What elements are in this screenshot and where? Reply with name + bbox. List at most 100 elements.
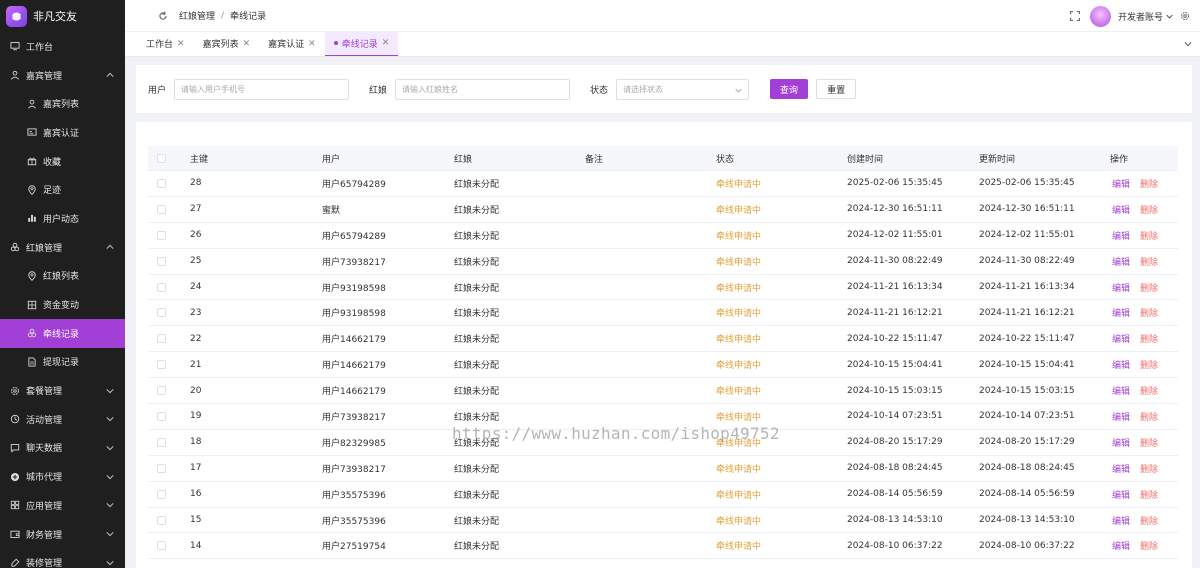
sidebar-item-6[interactable]: 用户动态 bbox=[0, 204, 125, 233]
row-select-cell bbox=[157, 404, 166, 429]
matchmaker-name-input[interactable] bbox=[395, 78, 571, 100]
cell-updated: 2024-11-21 16:13:34 bbox=[979, 282, 1075, 292]
sidebar-item-1[interactable]: 嘉宾管理 bbox=[0, 61, 125, 90]
delete-link[interactable]: 删除 bbox=[1140, 203, 1158, 216]
delete-link[interactable]: 删除 bbox=[1140, 255, 1158, 268]
fullscreen-icon[interactable] bbox=[1070, 11, 1080, 21]
edit-link[interactable]: 编辑 bbox=[1112, 384, 1130, 397]
row-checkbox[interactable] bbox=[157, 256, 166, 266]
sidebar-item-11[interactable]: 提现记录 bbox=[0, 348, 125, 377]
delete-link[interactable]: 删除 bbox=[1140, 514, 1158, 527]
account-menu[interactable]: 开发者账号 bbox=[1118, 10, 1173, 23]
cell-matchmaker: 红娘未分配 bbox=[454, 205, 500, 216]
close-icon[interactable]: ✕ bbox=[382, 38, 390, 48]
row-checkbox[interactable] bbox=[157, 308, 166, 318]
tab-2[interactable]: 嘉宾认证 ✕ bbox=[259, 31, 325, 56]
sidebar-item-2[interactable]: 嘉宾列表 bbox=[0, 89, 125, 118]
row-select-cell bbox=[157, 378, 166, 403]
sidebar-item-14[interactable]: 聊天数据 bbox=[0, 434, 125, 463]
app-logo-icon bbox=[6, 5, 27, 27]
delete-link[interactable]: 删除 bbox=[1140, 306, 1158, 319]
edit-link[interactable]: 编辑 bbox=[1112, 436, 1130, 449]
delete-link[interactable]: 删除 bbox=[1140, 177, 1158, 190]
sidebar-item-15[interactable]: 城市代理 bbox=[0, 462, 125, 491]
delete-link[interactable]: 删除 bbox=[1140, 358, 1158, 371]
row-checkbox[interactable] bbox=[157, 489, 166, 499]
column-header-id: 主键 bbox=[190, 154, 209, 165]
sidebar-item-3[interactable]: 嘉宾认证 bbox=[0, 118, 125, 147]
edit-link[interactable]: 编辑 bbox=[1112, 332, 1130, 345]
row-checkbox[interactable] bbox=[157, 541, 166, 551]
edit-link[interactable]: 编辑 bbox=[1112, 410, 1130, 423]
tab-label: 工作台 bbox=[146, 40, 174, 50]
delete-link[interactable]: 删除 bbox=[1140, 462, 1158, 475]
edit-link[interactable]: 编辑 bbox=[1112, 281, 1130, 294]
sidebar-item-0[interactable]: 工作台 bbox=[0, 32, 125, 61]
row-checkbox[interactable] bbox=[157, 334, 166, 344]
sidebar-item-18[interactable]: 装修管理 bbox=[0, 548, 125, 568]
select-all-checkbox[interactable] bbox=[157, 153, 166, 163]
tab-1[interactable]: 嘉宾列表 ✕ bbox=[194, 31, 260, 56]
cell-id: 14 bbox=[190, 540, 202, 551]
edit-link[interactable]: 编辑 bbox=[1112, 358, 1130, 371]
edit-link[interactable]: 编辑 bbox=[1112, 514, 1130, 527]
row-checkbox[interactable] bbox=[157, 282, 166, 292]
user-phone-input[interactable] bbox=[174, 78, 350, 100]
sidebar-item-9[interactable]: 资金变动 bbox=[0, 290, 125, 319]
delete-link[interactable]: 删除 bbox=[1140, 281, 1158, 294]
sidebar-item-12[interactable]: 套餐管理 bbox=[0, 376, 125, 405]
close-icon[interactable]: ✕ bbox=[308, 39, 316, 49]
gear-icon[interactable] bbox=[1180, 11, 1190, 21]
wallet-icon bbox=[10, 530, 20, 538]
sidebar-item-8[interactable]: 红娘列表 bbox=[0, 262, 125, 291]
close-icon[interactable]: ✕ bbox=[177, 39, 185, 49]
delete-link[interactable]: 删除 bbox=[1140, 539, 1158, 552]
avatar[interactable] bbox=[1089, 5, 1111, 27]
edit-link[interactable]: 编辑 bbox=[1112, 255, 1130, 268]
cell-actions: 编辑 删除 bbox=[1112, 456, 1158, 481]
column-header-status: 状态 bbox=[716, 154, 735, 165]
refresh-icon[interactable] bbox=[158, 11, 168, 21]
edit-link[interactable]: 编辑 bbox=[1112, 203, 1130, 216]
query-button[interactable]: 查询 bbox=[770, 79, 809, 99]
edit-link[interactable]: 编辑 bbox=[1112, 488, 1130, 501]
breadcrumb-item-parent[interactable]: 红娘管理 bbox=[179, 9, 215, 22]
row-checkbox[interactable] bbox=[157, 386, 166, 396]
row-checkbox[interactable] bbox=[157, 230, 166, 240]
delete-link[interactable]: 删除 bbox=[1140, 410, 1158, 423]
row-checkbox[interactable] bbox=[157, 204, 166, 214]
cell-status: 牵线申请中 bbox=[716, 205, 762, 216]
delete-link[interactable]: 删除 bbox=[1140, 488, 1158, 501]
delete-link[interactable]: 删除 bbox=[1140, 384, 1158, 397]
logo[interactable]: 非凡交友 bbox=[0, 0, 125, 32]
reset-button[interactable]: 重置 bbox=[816, 79, 857, 99]
tab-3[interactable]: 牵线记录 ✕ bbox=[324, 31, 399, 56]
edit-link[interactable]: 编辑 bbox=[1112, 177, 1130, 190]
close-icon[interactable]: ✕ bbox=[243, 39, 251, 49]
sidebar-item-16[interactable]: 应用管理 bbox=[0, 491, 125, 520]
edit-link[interactable]: 编辑 bbox=[1112, 462, 1130, 475]
sidebar-item-13[interactable]: 活动管理 bbox=[0, 405, 125, 434]
sidebar-item-10[interactable]: 牵线记录 bbox=[0, 318, 125, 348]
sidebar-item-4[interactable]: 收藏 bbox=[0, 147, 125, 176]
row-checkbox[interactable] bbox=[157, 178, 166, 188]
delete-link[interactable]: 删除 bbox=[1140, 436, 1158, 449]
status-select[interactable]: 请选择状态 bbox=[616, 78, 750, 100]
edit-link[interactable]: 编辑 bbox=[1112, 306, 1130, 319]
sidebar-item-7[interactable]: 红娘管理 bbox=[0, 233, 125, 262]
cell-user: 用户82329985 bbox=[322, 438, 386, 449]
row-checkbox[interactable] bbox=[157, 360, 166, 370]
cell-user: 用户35575396 bbox=[322, 490, 386, 501]
edit-link[interactable]: 编辑 bbox=[1112, 539, 1130, 552]
row-checkbox[interactable] bbox=[157, 463, 166, 473]
tabs-chevron-down-icon[interactable] bbox=[1184, 40, 1192, 48]
edit-link[interactable]: 编辑 bbox=[1112, 229, 1130, 242]
sidebar-item-5[interactable]: 足迹 bbox=[0, 175, 125, 204]
sidebar-item-17[interactable]: 财务管理 bbox=[0, 520, 125, 549]
row-checkbox[interactable] bbox=[157, 437, 166, 447]
delete-link[interactable]: 删除 bbox=[1140, 332, 1158, 345]
row-checkbox[interactable] bbox=[157, 515, 166, 525]
delete-link[interactable]: 删除 bbox=[1140, 229, 1158, 242]
tab-0[interactable]: 工作台 ✕ bbox=[137, 31, 194, 56]
row-checkbox[interactable] bbox=[157, 411, 166, 421]
